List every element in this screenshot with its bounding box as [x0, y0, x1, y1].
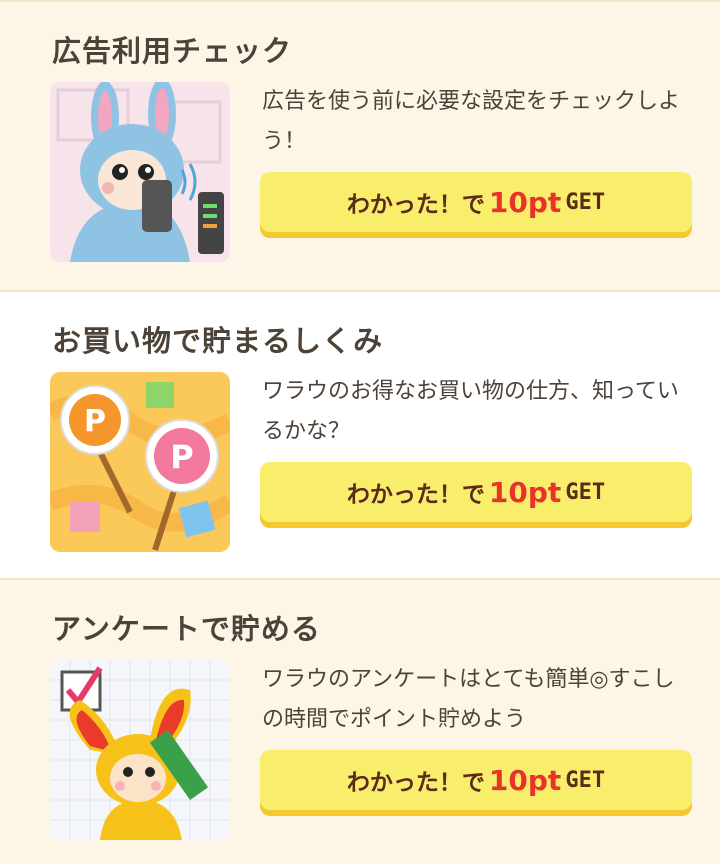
card-description: 広告を使う前に必要な設定をチェックしよう！ [262, 89, 681, 154]
get-points-button[interactable]: わかった！で 10pt GET [260, 172, 692, 232]
bunny-router-illustration [50, 82, 230, 262]
shopping-card: お買い物で貯まるしくみ P P ワラウのお得なお買い物の仕方、知っているかな？ … [0, 290, 720, 580]
get-points-button[interactable]: わかった！で 10pt GET [260, 462, 692, 522]
button-points: 10pt [488, 185, 562, 219]
button-suffix: GET [565, 767, 606, 793]
button-prefix: わかった！で [346, 770, 485, 796]
survey-bunny-illustration [50, 660, 230, 840]
button-prefix: わかった！で [346, 482, 485, 508]
button-points: 10pt [488, 763, 562, 797]
svg-text:P: P [84, 404, 106, 439]
svg-text:P: P [170, 438, 193, 476]
button-suffix: GET [565, 479, 606, 505]
button-suffix: GET [565, 189, 606, 215]
card-title: 広告利用チェック [52, 34, 293, 68]
card-title: お買い物で貯まるしくみ [52, 324, 384, 358]
card-description: ワラウのアンケートはとても簡単◎すこしの時間でポイント貯めよう [262, 667, 675, 732]
get-points-button[interactable]: わかった！で 10pt GET [260, 750, 692, 810]
button-prefix: わかった！で [346, 192, 485, 218]
button-points: 10pt [488, 475, 562, 509]
point-signs-illustration: P P [50, 372, 230, 552]
card-title: アンケートで貯める [52, 612, 321, 646]
survey-card: アンケートで貯める ワラウのアンケートはとても簡単◎すこしの時間でポイント貯めよ… [0, 580, 720, 864]
ad-check-card: 広告利用チェック 広告を使う前に必要な設定をチェックしよう！ わかった！で 10… [0, 0, 720, 290]
card-description: ワラウのお得なお買い物の仕方、知っているかな？ [262, 379, 679, 444]
